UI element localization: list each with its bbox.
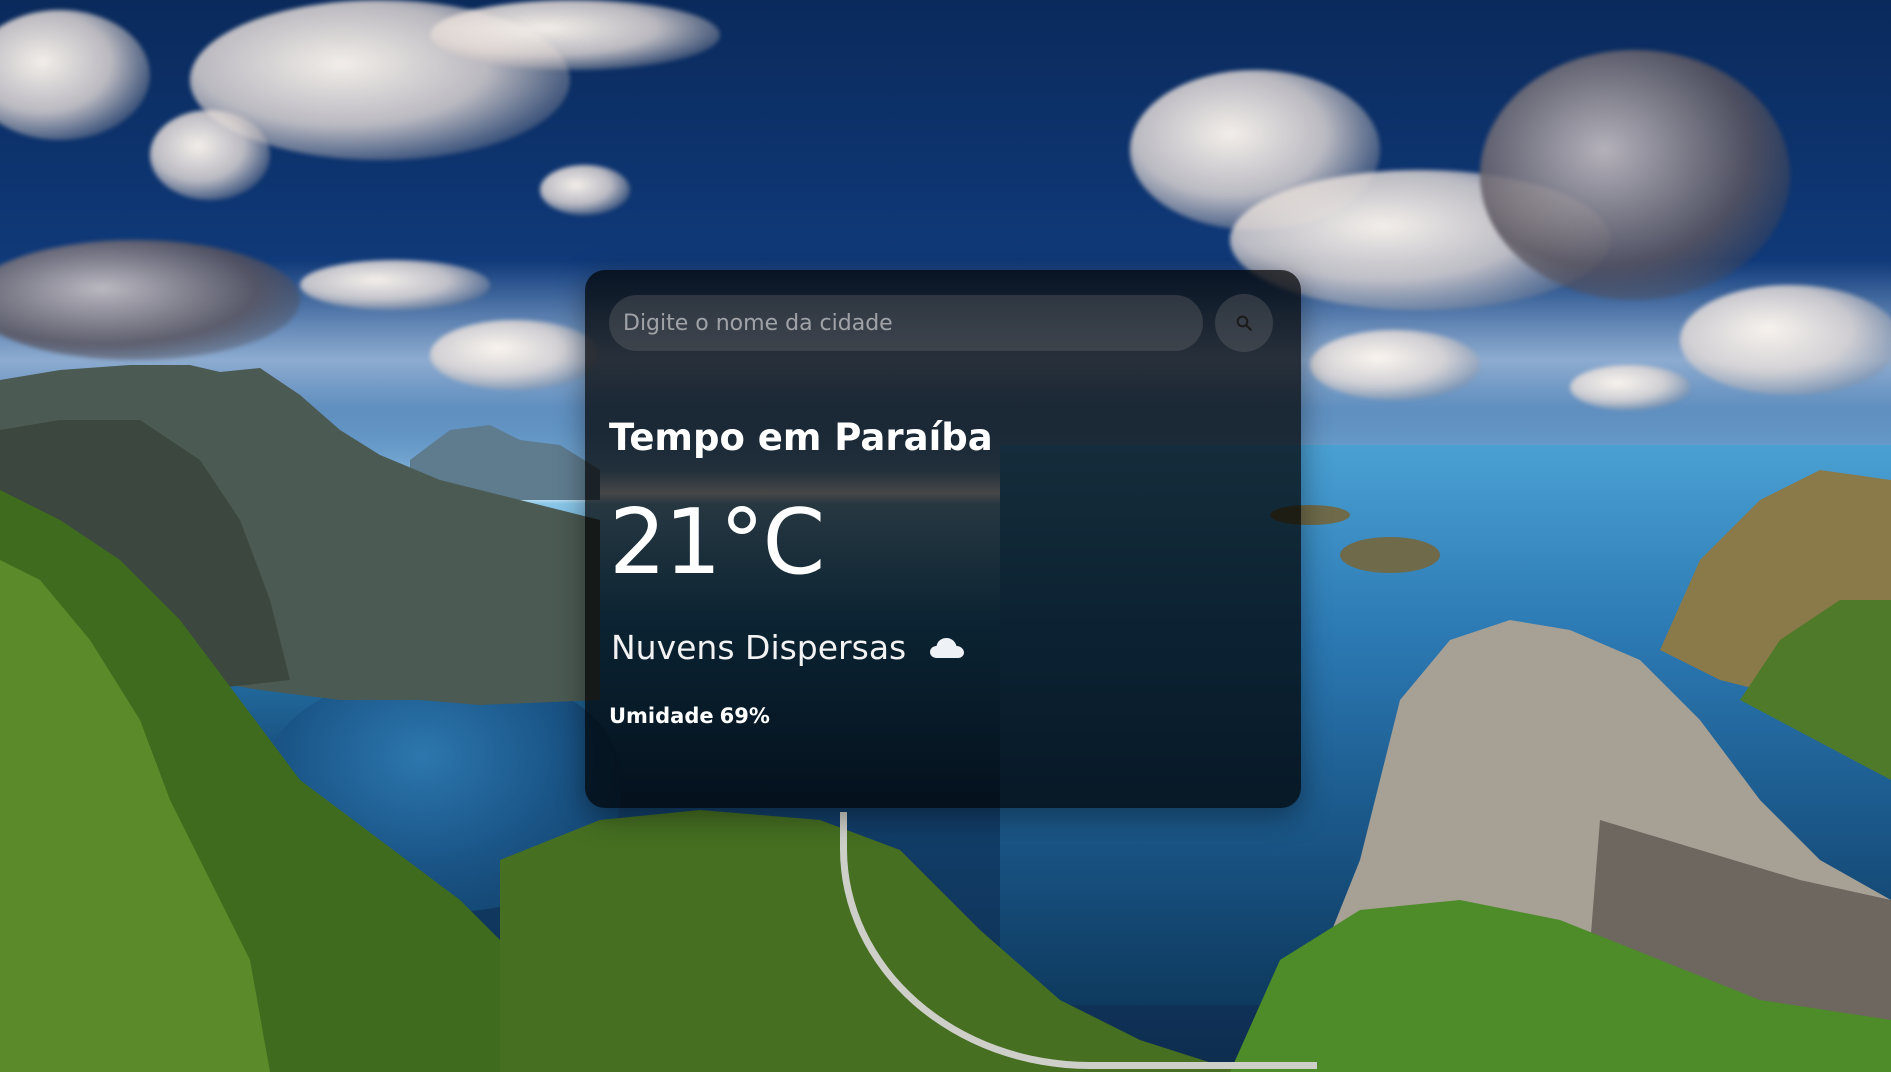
- island: [1340, 537, 1440, 573]
- cloud-icon: [930, 638, 965, 658]
- city-weather-title: Tempo em Paraíba: [609, 416, 993, 459]
- search-button[interactable]: [1215, 294, 1273, 352]
- weather-description-row: Nuvens Dispersas: [609, 626, 1277, 670]
- humidity-info: Umidade 69%: [609, 704, 1277, 728]
- temperature-value: 21°C: [609, 490, 825, 595]
- search-bar: [609, 294, 1277, 352]
- weather-description: Nuvens Dispersas: [611, 628, 907, 667]
- humidity-value: 69%: [719, 704, 770, 728]
- search-icon: [1236, 315, 1252, 331]
- humidity-label: Umidade: [609, 704, 714, 728]
- weather-card: Tempo em Paraíba 21°C Nuvens Dispersas U…: [585, 270, 1301, 808]
- city-search-input[interactable]: [609, 295, 1203, 351]
